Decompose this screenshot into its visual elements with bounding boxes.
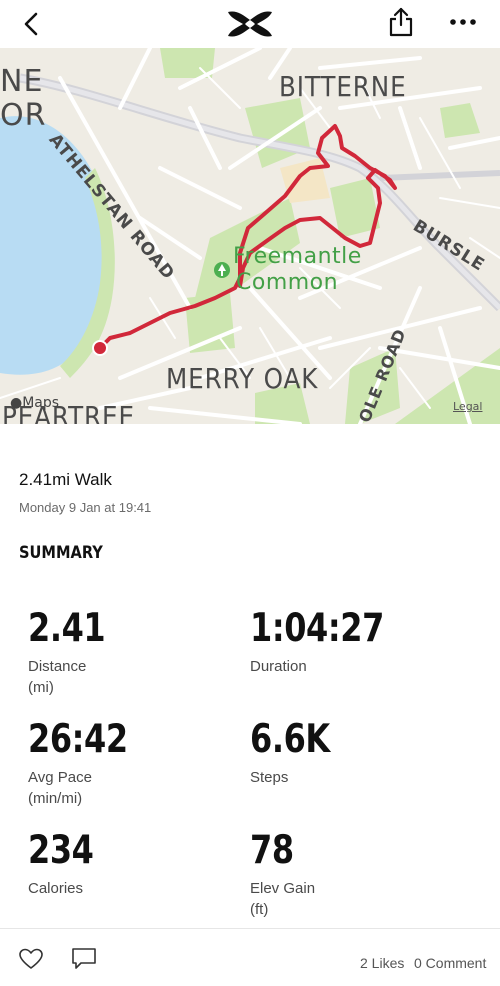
chevron-left-icon[interactable] bbox=[18, 10, 46, 38]
stat-value: 78 bbox=[250, 828, 294, 873]
stat-value: 234 bbox=[28, 828, 94, 873]
map-label-bitterne: BITTERNE bbox=[279, 70, 407, 103]
summary-title: SUMMARY bbox=[19, 543, 103, 563]
share-icon[interactable] bbox=[386, 6, 416, 38]
stat-value: 2.41 bbox=[28, 606, 106, 651]
stat-label: Avg Pace bbox=[28, 769, 92, 786]
stat-label: Steps bbox=[250, 769, 289, 786]
stat-avg-pace: 26:42 Avg Pace (min/mi) bbox=[28, 719, 248, 809]
stat-label: Duration bbox=[250, 658, 307, 675]
heart-icon[interactable] bbox=[18, 947, 44, 971]
comment-icon[interactable] bbox=[71, 946, 97, 970]
comments-count[interactable]: 0 Comment bbox=[414, 955, 486, 971]
stat-label: Elev Gain bbox=[250, 880, 316, 897]
stat-value: 6.6K bbox=[250, 717, 330, 762]
stat-label: Distance bbox=[28, 658, 87, 675]
stat-duration: 1:04:27 Duration bbox=[250, 608, 470, 677]
stat-value: 1:04:27 bbox=[250, 606, 384, 651]
under-armour-logo bbox=[228, 11, 272, 37]
activity-title: 2.41mi Walk bbox=[19, 470, 112, 489]
route-map[interactable]: NE OR BITTERNE ATHELSTAN ROAD Freemantle… bbox=[0, 48, 500, 424]
map-label-merry-oak: MERRY OAK bbox=[166, 362, 319, 395]
maps-attribution: ●Maps bbox=[10, 395, 60, 411]
stat-label: Calories bbox=[28, 880, 84, 897]
stat-steps: 6.6K Steps bbox=[250, 719, 470, 788]
stat-unit: (ft) bbox=[250, 901, 269, 918]
map-label-freemantle: Freemantle bbox=[233, 244, 362, 269]
map-label-common: Common bbox=[236, 270, 339, 295]
social-bar: 2 Likes 0 Comment bbox=[0, 928, 500, 986]
stat-value: 26:42 bbox=[28, 717, 128, 762]
activity-date: Monday 9 Jan at 19:41 bbox=[19, 500, 152, 515]
more-icon[interactable] bbox=[448, 12, 478, 32]
map-label-or: OR bbox=[0, 98, 47, 133]
likes-count[interactable]: 2 Likes bbox=[360, 955, 404, 971]
legal-link[interactable]: Legal bbox=[453, 400, 482, 413]
stat-elev-gain: 78 Elev Gain (ft) bbox=[250, 830, 470, 920]
stat-distance: 2.41 Distance (mi) bbox=[28, 608, 248, 698]
stat-unit: (min/mi) bbox=[28, 790, 83, 807]
map-label-ne: NE bbox=[0, 64, 44, 99]
apple-logo-icon: ● bbox=[10, 395, 23, 411]
stat-unit: (mi) bbox=[28, 679, 54, 696]
top-bar bbox=[0, 0, 500, 48]
stat-calories: 234 Calories bbox=[28, 830, 248, 899]
